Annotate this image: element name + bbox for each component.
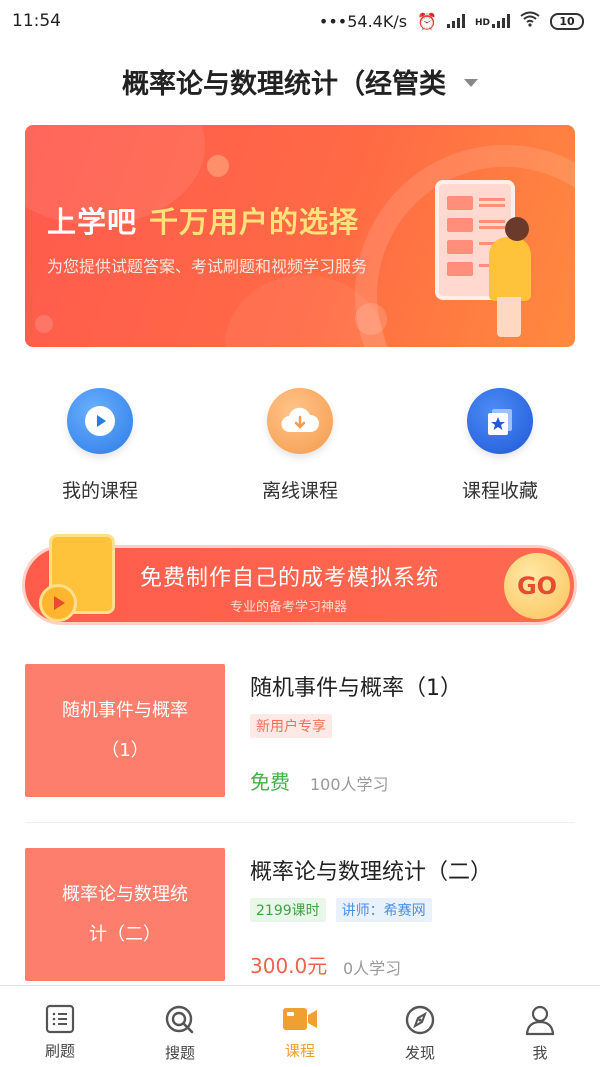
promo-title: 免费制作自己的成考模拟系统	[140, 566, 440, 591]
bottom-tab-bar: 刷题 搜题 课程 发现 我	[0, 985, 600, 1067]
battery-icon: 10	[550, 12, 584, 30]
course-learners: 100人学习	[310, 775, 389, 794]
course-card[interactable]: 随机事件与概率（1） 随机事件与概率（1） 新用户专享 免费 100人学习	[25, 664, 575, 804]
quick-actions: 我的课程 离线课程 课程收藏	[0, 388, 600, 508]
network-speed: •••54.4K/s	[318, 11, 408, 31]
status-time: 11:54	[12, 11, 61, 31]
banner-decoration	[35, 315, 53, 333]
banner-decoration	[355, 303, 387, 335]
course-learners: 0人学习	[343, 959, 402, 978]
status-bar: 11:54 •••54.4K/s ⏰ HD 10	[0, 0, 600, 42]
search-icon	[165, 1005, 194, 1034]
cloud-download-icon	[267, 388, 333, 454]
play-icon	[67, 388, 133, 454]
signal-icon	[446, 14, 465, 28]
new-user-badge: 新用户专享	[250, 714, 332, 738]
chevron-down-icon	[464, 79, 478, 87]
star-bookmark-icon	[467, 388, 533, 454]
page-title: 概率论与数理统计（经管类	[122, 68, 446, 100]
alarm-icon: ⏰	[417, 11, 437, 31]
course-thumbnail: 概率论与数理统计（二）	[25, 848, 225, 981]
tab-practice[interactable]: 刷题	[0, 986, 120, 1067]
course-price: 300.0元	[250, 954, 328, 978]
tab-courses[interactable]: 课程	[240, 986, 360, 1067]
tab-discover[interactable]: 发现	[360, 986, 480, 1067]
woman-illustration	[505, 217, 529, 241]
action-label: 离线课程	[261, 480, 338, 502]
course-tags: 2199课时 讲师：希赛网	[250, 898, 432, 922]
hd-signal-icon: HD	[475, 14, 510, 28]
list-divider	[25, 822, 575, 823]
wifi-icon	[520, 11, 540, 31]
tab-label: 发现	[404, 1044, 435, 1062]
play-icon	[39, 584, 77, 622]
tab-profile[interactable]: 我	[480, 986, 600, 1067]
course-title: 随机事件与概率（1）	[250, 676, 462, 701]
go-button[interactable]: GO	[504, 553, 570, 619]
my-courses-button[interactable]: 我的课程	[0, 388, 200, 508]
tab-label: 我	[532, 1044, 548, 1062]
woman-illustration	[497, 297, 521, 337]
tab-label: 搜题	[164, 1044, 195, 1062]
promo-banner[interactable]: 上学吧 千万用户的选择 为您提供试题答案、考试刷题和视频学习服务	[25, 125, 575, 347]
tab-search[interactable]: 搜题	[120, 986, 240, 1067]
course-hours-badge: 2199课时	[250, 898, 326, 922]
course-tags: 新用户专享	[250, 714, 332, 738]
mock-exam-promo[interactable]: 免费制作自己的成考模拟系统 专业的备考学习神器 GO	[22, 534, 577, 625]
teacher-badge: 讲师：希赛网	[335, 898, 432, 922]
banner-decoration	[207, 155, 229, 177]
course-thumbnail: 随机事件与概率（1）	[25, 664, 225, 797]
course-price: 免费	[250, 770, 290, 794]
banner-headline: 上学吧 千万用户的选择	[47, 205, 360, 239]
banner-subtitle: 为您提供试题答案、考试刷题和视频学习服务	[47, 257, 368, 276]
tab-label: 课程	[284, 1042, 315, 1060]
person-icon	[525, 1005, 555, 1036]
course-card[interactable]: 概率论与数理统计（二） 概率论与数理统计（二） 2199课时 讲师：希赛网 30…	[25, 848, 575, 988]
list-icon	[45, 1004, 75, 1034]
course-title: 概率论与数理统计（二）	[250, 860, 493, 885]
action-label: 课程收藏	[461, 480, 538, 502]
status-indicators: •••54.4K/s ⏰ HD 10	[319, 11, 584, 31]
action-label: 我的课程	[61, 480, 138, 502]
offline-courses-button[interactable]: 离线课程	[200, 388, 400, 508]
promo-subtitle: 专业的备考学习神器	[230, 600, 348, 615]
compass-icon	[405, 1005, 435, 1035]
subject-selector[interactable]: 概率论与数理统计（经管类	[0, 58, 600, 104]
banner-highlight: 千万用户的选择	[149, 205, 360, 239]
tab-label: 刷题	[44, 1042, 75, 1060]
woman-illustration	[489, 237, 531, 301]
app-screen: 11:54 •••54.4K/s ⏰ HD 10 概率论与数理统计（经管类 上学…	[0, 0, 600, 1067]
course-favorites-button[interactable]: 课程收藏	[400, 388, 600, 508]
video-camera-icon	[283, 1008, 317, 1030]
